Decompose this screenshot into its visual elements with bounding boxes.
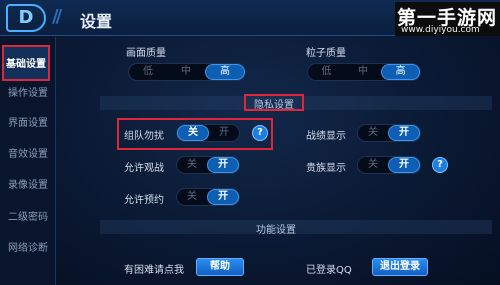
sidebar-item-interface[interactable]: 界面设置 — [0, 109, 56, 139]
team-dnd-label: 组队勿扰 — [124, 131, 164, 142]
screen-quality-low[interactable]: 低 — [129, 64, 167, 80]
screen-quality-high[interactable]: 高 — [205, 64, 245, 80]
noble-display-help-icon[interactable]: ? — [432, 157, 448, 173]
record-display-off[interactable]: 关 — [358, 125, 388, 141]
team-dnd-help-icon[interactable]: ? — [252, 125, 268, 141]
noble-display-off[interactable]: 关 — [358, 157, 388, 173]
back-button[interactable]: D — [6, 4, 46, 32]
top-bar: D // 设置 第一手游网 www.diyiyou.com — [0, 0, 500, 36]
allow-reserve-toggle[interactable]: 关 开 — [176, 188, 240, 206]
record-display-toggle[interactable]: 关 开 — [357, 124, 421, 142]
noble-display-label: 贵族显示 — [306, 163, 346, 174]
sidebar-item-sound[interactable]: 音效设置 — [0, 140, 56, 170]
sidebar-item-network[interactable]: 网络诊断 — [0, 234, 56, 264]
allow-reserve-off[interactable]: 关 — [177, 189, 207, 205]
logout-button[interactable]: 退出登录 — [372, 258, 428, 276]
particle-quality-low[interactable]: 低 — [308, 64, 345, 80]
screen-quality-medium[interactable]: 中 — [167, 64, 205, 80]
sidebar-item-password[interactable]: 二级密码 — [0, 203, 56, 233]
watermark: 第一手游网 www.diyiyou.com — [395, 2, 500, 36]
record-display-label: 战绩显示 — [306, 131, 346, 142]
watermark-url: www.diyiyou.com — [401, 25, 480, 35]
sidebar-item-controls[interactable]: 操作设置 — [0, 79, 56, 109]
privacy-section-title: 隐私设置 — [254, 100, 294, 111]
particle-quality-medium[interactable]: 中 — [345, 64, 382, 80]
allow-reserve-label: 允许预约 — [124, 195, 164, 206]
particle-quality-high[interactable]: 高 — [381, 64, 421, 80]
page-title: 设置 — [80, 12, 113, 31]
help-prompt-text: 有困难请点我 — [124, 265, 184, 276]
allow-watch-label: 允许观战 — [124, 163, 164, 174]
team-dnd-toggle[interactable]: 关 开 — [176, 124, 240, 142]
settings-screen: D // 设置 第一手游网 www.diyiyou.com 基础设置 操作设置 … — [0, 0, 500, 285]
noble-display-toggle[interactable]: 关 开 — [357, 156, 421, 174]
allow-watch-toggle[interactable]: 关 开 — [176, 156, 240, 174]
allow-watch-off[interactable]: 关 — [177, 157, 207, 173]
allow-reserve-on[interactable]: 开 — [207, 189, 239, 205]
login-status-text: 已登录QQ — [306, 265, 352, 276]
sidebar-item-replay[interactable]: 录像设置 — [0, 171, 56, 201]
screen-quality-selector[interactable]: 低 中 高 — [128, 63, 246, 81]
sidebar: 基础设置 操作设置 界面设置 音效设置 录像设置 二级密码 网络诊断 — [0, 37, 56, 285]
header-decoration: // — [52, 6, 62, 27]
allow-watch-on[interactable]: 开 — [207, 157, 239, 173]
noble-display-on[interactable]: 开 — [388, 157, 420, 173]
screen-quality-label: 画面质量 — [126, 48, 166, 59]
particle-quality-label: 粒子质量 — [306, 48, 346, 59]
function-section-title: 功能设置 — [256, 225, 296, 236]
particle-quality-selector[interactable]: 低 中 高 — [307, 63, 421, 81]
team-dnd-off[interactable]: 关 — [177, 125, 209, 141]
team-dnd-on[interactable]: 开 — [209, 125, 239, 141]
help-button[interactable]: 帮助 — [196, 258, 244, 276]
record-display-on[interactable]: 开 — [388, 125, 420, 141]
sidebar-item-basic[interactable]: 基础设置 — [2, 45, 50, 81]
